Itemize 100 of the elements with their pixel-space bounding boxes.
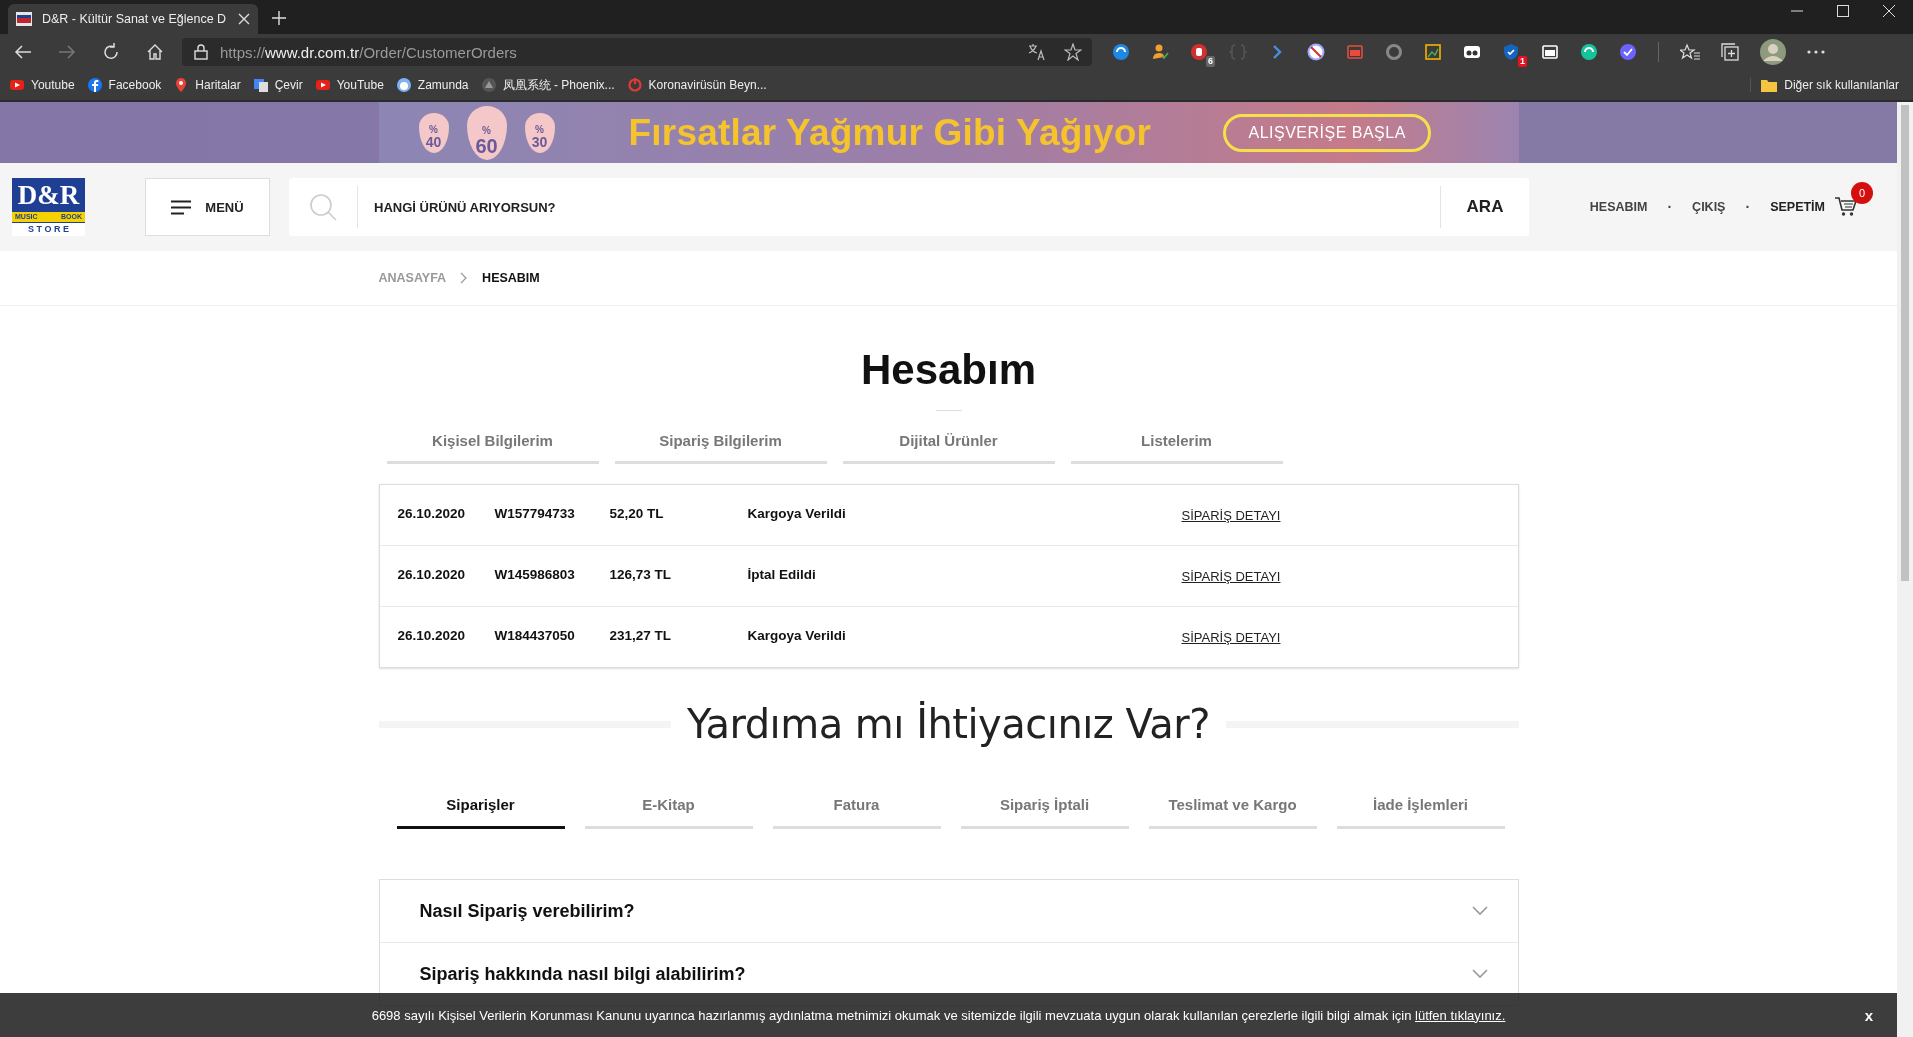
ban-icon[interactable]: [1307, 43, 1325, 61]
window-icon[interactable]: [1541, 43, 1559, 61]
power-icon: [627, 78, 642, 92]
cart-count-badge: 0: [1851, 182, 1873, 204]
separator-dot: ·: [1667, 199, 1673, 215]
url-text: https://www.dr.com.tr/Order/CustomerOrders: [220, 43, 517, 61]
faq-question: Sipariş hakkında nasıl bilgi alabilirim?: [419, 963, 746, 985]
image-icon[interactable]: [1424, 43, 1442, 61]
back-icon[interactable]: [14, 44, 32, 60]
account-tab[interactable]: Listelerim: [1070, 417, 1283, 464]
order-date: 26.10.2020: [397, 627, 467, 643]
order-date: 26.10.2020: [397, 566, 467, 582]
bookmark[interactable]: Haritalar: [174, 78, 241, 92]
bookmark[interactable]: Koronavirüsün Beyn...: [627, 78, 767, 92]
home-icon[interactable]: [146, 43, 164, 61]
glasses-icon[interactable]: [1463, 43, 1481, 61]
order-detail-link[interactable]: SİPARİŞ DETAYI: [1181, 507, 1281, 523]
address-bar[interactable]: https://www.dr.com.tr/Order/CustomerOrders: [182, 38, 1092, 66]
lock-icon: [194, 44, 208, 60]
order-amount: 52,20 TL: [609, 505, 665, 521]
close-button[interactable]: x: [1858, 1006, 1879, 1025]
cookie-notice: 6698 sayılı Kişisel Verilerin Korunması Kanunu uyarınca hazırlanmış aydınlatma metnimizi okumak ve sitemizde ilgili mevzuata uygun olarak kullanılan çerezlerle ilgili bilgi almak için lütfen tıklayınız.: [371, 1007, 1506, 1023]
circle-icon[interactable]: [1580, 43, 1598, 61]
favorites-icon[interactable]: [1680, 43, 1700, 61]
help-tab[interactable]: E-Kitap: [584, 780, 753, 829]
page-title: Hesabım: [859, 345, 1038, 395]
ring-icon[interactable]: [1385, 43, 1403, 61]
scrollbar-thumb[interactable]: [1901, 105, 1909, 581]
person-icon[interactable]: [1151, 43, 1169, 61]
percent-drop: % 60: [466, 105, 507, 160]
percent-drop: % 40: [418, 112, 449, 153]
bookmark[interactable]: Youtube: [10, 78, 75, 92]
circle-icon[interactable]: [1112, 43, 1130, 61]
order-number: W145986803: [494, 566, 576, 582]
bookmark[interactable]: YouTube: [315, 78, 384, 92]
translate-icon[interactable]: [1028, 43, 1046, 61]
chevron-icon: [460, 272, 469, 284]
extension-badge: 6: [1206, 56, 1215, 67]
search-icon: [309, 193, 337, 221]
breadcrumb-link[interactable]: HESABIM: [482, 271, 540, 285]
separator-dot: ·: [1745, 199, 1751, 215]
order-date: 26.10.2020: [397, 505, 467, 521]
forward-icon[interactable]: [58, 44, 76, 60]
order-status: Kargoya Verildi: [747, 505, 847, 521]
account-tab[interactable]: Sipariş Bilgilerim: [614, 417, 827, 464]
bookmark[interactable]: Çevir: [253, 78, 303, 92]
cart-icon[interactable]: [1835, 197, 1857, 217]
more-icon[interactable]: [1807, 50, 1825, 54]
bookmark-folder[interactable]: Diğer sık kullanılanlar: [1750, 78, 1913, 92]
browser-tab[interactable]: D&R - Kültür Sanat ve Eğlence D: [8, 4, 258, 34]
order-status: İptal Edildi: [747, 566, 817, 582]
order-status: Kargoya Verildi: [747, 627, 847, 643]
header-link[interactable]: ÇIKIŞ: [1692, 200, 1726, 214]
scrollbar[interactable]: [1897, 102, 1913, 1037]
new-tab-icon[interactable]: [272, 11, 286, 25]
header-link[interactable]: HESABIM: [1589, 200, 1648, 214]
order-detail-link[interactable]: SİPARİŞ DETAYI: [1181, 568, 1281, 584]
account-tab[interactable]: Dijital Ürünler: [842, 417, 1055, 464]
help-tab[interactable]: Fatura: [772, 780, 941, 829]
promo-banner[interactable]: % 40 % 60 % 30 Fırsatlar Yağmur Gibi Yağıyor ALIŞVERİŞE BAŞLA: [378, 102, 1519, 163]
f-icon: [87, 78, 102, 92]
extension-badge: 1: [1518, 56, 1527, 67]
faq-item[interactable]: Nasıl Sipariş verebilirim?: [379, 880, 1518, 942]
shield-icon[interactable]: [1502, 43, 1520, 61]
menu-button[interactable]: MENÜ: [145, 178, 270, 236]
bookmark[interactable]: 凤凰系统 - Phoenix...: [481, 76, 615, 94]
tab-title: D&R - Kültür Sanat ve Eğlence D: [42, 12, 228, 26]
cart-link[interactable]: SEPETİM: [1770, 200, 1825, 214]
percent-drop: % 30: [524, 112, 555, 153]
search-button[interactable]: ARA: [1441, 187, 1529, 227]
avatar-icon[interactable]: [1760, 39, 1786, 65]
account-tab[interactable]: Kişisel Bilgilerim: [386, 417, 599, 464]
check-icon[interactable]: [1619, 43, 1637, 61]
reload-icon[interactable]: [102, 43, 120, 61]
circle-icon: [396, 78, 411, 92]
order-detail-link[interactable]: SİPARİŞ DETAYI: [1181, 629, 1281, 645]
order-number: W184437050: [494, 627, 576, 643]
star-icon[interactable]: [1064, 43, 1082, 61]
help-tab[interactable]: Teslimat ve Kargo: [1148, 780, 1317, 829]
close-icon[interactable]: [1883, 5, 1895, 17]
search-field[interactable]: HANGİ ÜRÜNÜ ARIYORSUN? ARA: [289, 178, 1529, 236]
cookie-link[interactable]: lütfen tıklayınız.: [1415, 1007, 1506, 1023]
maximize-icon[interactable]: [1837, 5, 1849, 17]
bookmark[interactable]: Zamunda: [396, 78, 469, 92]
help-tab[interactable]: Siparişler: [396, 780, 565, 829]
banner-headline: Fırsatlar Yağmur Gibi Yağıyor: [628, 111, 1152, 154]
collections-icon[interactable]: [1721, 43, 1739, 61]
bookmark[interactable]: Facebook: [87, 78, 162, 92]
help-tab[interactable]: Sipariş İptali: [960, 780, 1129, 829]
faq-question: Nasıl Sipariş verebilirim?: [419, 900, 635, 922]
order-number: W157794733: [494, 505, 576, 521]
play-icon: [10, 78, 24, 92]
play-icon: [315, 78, 330, 92]
chevron-down-icon: [1471, 906, 1488, 916]
chevron-down-icon: [1471, 969, 1488, 979]
hand-icon[interactable]: [1190, 43, 1208, 61]
close-icon[interactable]: [238, 13, 250, 25]
help-tab[interactable]: İade İşlemleri: [1336, 780, 1505, 829]
order-amount: 126,73 TL: [609, 566, 673, 582]
order-amount: 231,27 TL: [609, 627, 673, 643]
